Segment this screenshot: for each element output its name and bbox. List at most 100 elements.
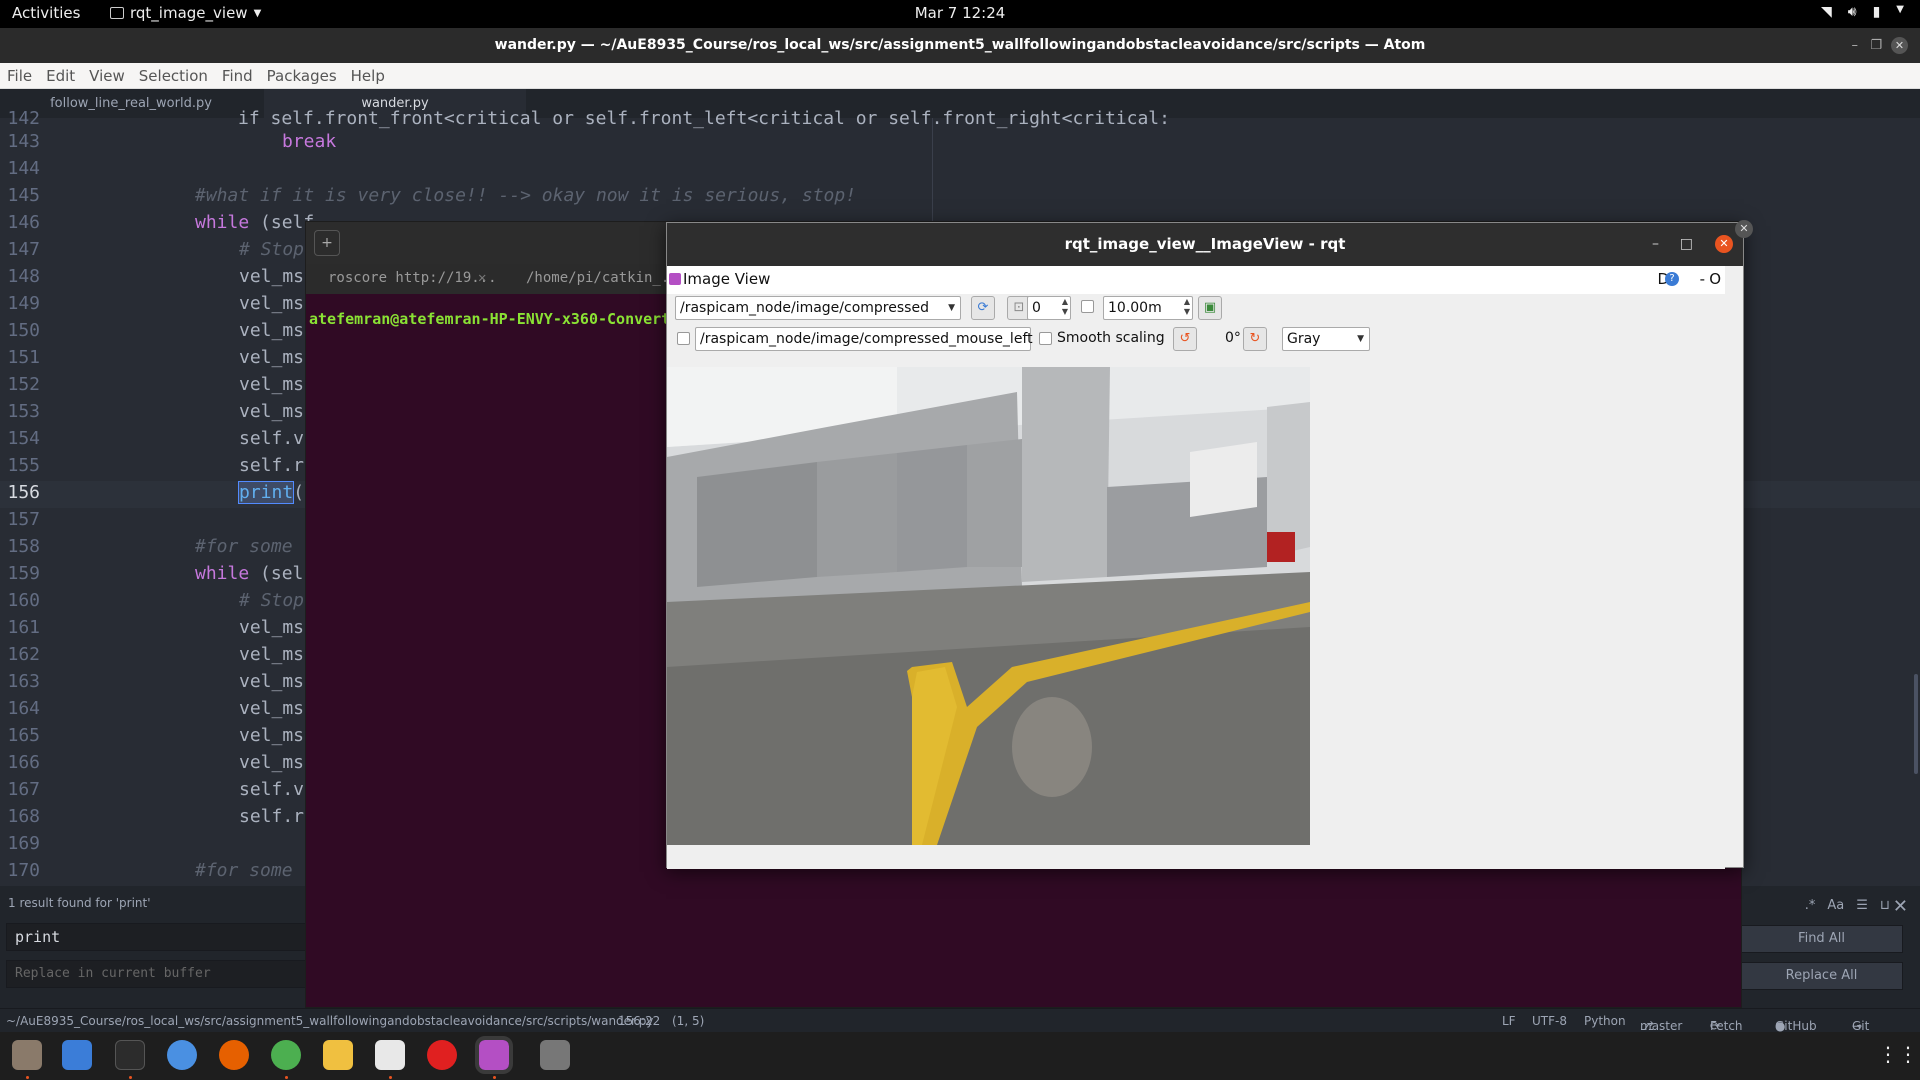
find-input[interactable]: print [6, 923, 306, 951]
spin-arrows-icon[interactable]: ▲ ▼ [1062, 297, 1068, 317]
code-line: while (self [195, 212, 314, 233]
line-number: 149 [7, 293, 40, 314]
find-all-button[interactable]: Find All [1740, 925, 1903, 953]
refresh-topics-button[interactable]: ⟳ [971, 296, 995, 320]
code-line: vel_msg [239, 617, 315, 638]
line-ending[interactable]: LF [1502, 1014, 1516, 1028]
code-text: ( [293, 482, 305, 503]
volume-icon[interactable]: 🔊︎ [1848, 4, 1857, 20]
line-number: 142 [7, 108, 40, 129]
smooth-scaling-checkbox[interactable] [1039, 332, 1052, 345]
battery-icon[interactable]: ▮ [1873, 4, 1881, 20]
topic-select[interactable]: /raspicam_node/image/compressed ▼ [675, 296, 961, 320]
encoding[interactable]: UTF-8 [1532, 1014, 1567, 1028]
chromium-icon[interactable] [167, 1040, 197, 1070]
code-line: self.ve [239, 428, 315, 449]
camera-image[interactable] [667, 367, 1310, 845]
zoom-spinbox[interactable]: 0 ▲ ▼ [1027, 296, 1071, 320]
scrollbar[interactable] [1914, 674, 1918, 774]
grammar[interactable]: Python [1584, 1014, 1626, 1028]
maximize-icon[interactable]: □ [1680, 223, 1693, 266]
system-tray[interactable]: ◥ 🔊︎ ▮ ▼ [1821, 4, 1904, 20]
code-comment: # Stop [239, 590, 305, 611]
minimize-icon[interactable]: – [1652, 223, 1659, 266]
dynamic-range-checkbox[interactable] [1081, 300, 1094, 313]
line-number: 146 [7, 212, 40, 233]
rotate-right-button[interactable]: ↻ [1243, 327, 1267, 351]
rqt-icon[interactable] [475, 1036, 513, 1074]
help-icon[interactable]: ? [1665, 272, 1679, 286]
terminal-icon[interactable] [115, 1040, 145, 1070]
browser-icon[interactable] [271, 1040, 301, 1070]
code-line: if self.front_front<critical or self.fro… [238, 108, 1170, 129]
menu-find[interactable]: Find [222, 67, 253, 85]
close-icon[interactable]: ✕ [1891, 37, 1908, 54]
calculator-icon[interactable] [323, 1040, 353, 1070]
power-menu-icon[interactable]: ▼ [1896, 4, 1904, 20]
terminal-tab-roscore[interactable]: roscore http://19... [328, 270, 497, 286]
image-view-icon [669, 273, 681, 285]
search-match[interactable]: print [237, 481, 295, 504]
save-image-button[interactable]: ▣ [1198, 296, 1222, 320]
running-indicator [26, 1076, 29, 1079]
menu-edit[interactable]: Edit [46, 67, 75, 85]
file-path[interactable]: ~/AuE8935_Course/ros_local_ws/src/assign… [6, 1014, 653, 1028]
rqt-image-view-window[interactable]: rqt_image_view__ImageView - rqt – □ ✕ ✕ … [666, 220, 1753, 869]
line-number: 153 [7, 401, 40, 422]
close-find-icon[interactable]: ✕ [1893, 896, 1908, 917]
new-tab-icon[interactable]: + [314, 230, 340, 256]
case-sensitive-icon[interactable]: Aa [1827, 898, 1844, 913]
files-icon[interactable] [12, 1040, 42, 1070]
line-number: 161 [7, 617, 40, 638]
menu-file[interactable]: File [7, 67, 32, 85]
line-number: 170 [7, 860, 40, 881]
code-line: self.ve [239, 779, 315, 800]
minimize-icon[interactable]: – [1852, 28, 1859, 63]
cursor-position[interactable]: 156:22 [618, 1014, 660, 1028]
warning-icon[interactable] [427, 1040, 457, 1070]
line-number: 166 [7, 752, 40, 773]
firefox-icon[interactable] [219, 1040, 249, 1070]
maximize-icon[interactable]: ❐ [1870, 28, 1882, 63]
wifi-icon[interactable]: ◥ [1821, 4, 1832, 20]
plugin-header: Image View D ? - O [667, 266, 1725, 294]
close-tab-icon[interactable]: ✕ [478, 270, 486, 286]
disk-icon[interactable] [540, 1040, 570, 1070]
menu-packages[interactable]: Packages [267, 67, 337, 85]
show-apps-icon[interactable]: ⋮⋮ [1878, 1042, 1918, 1066]
menu-view[interactable]: View [89, 67, 125, 85]
terminal-tab-catkin[interactable]: /home/pi/catkin_... [526, 270, 686, 286]
store-icon[interactable] [375, 1040, 405, 1070]
clock[interactable]: Mar 7 12:24 [0, 4, 1920, 22]
max-range-spinbox[interactable]: 10.00m ▲ ▼ [1103, 296, 1193, 320]
mouse-topic-input[interactable]: /raspicam_node/image/compressed_mouse_le… [695, 327, 1033, 351]
close-icon[interactable]: ✕ [1715, 235, 1733, 253]
outer-close-icon[interactable]: ✕ [1735, 220, 1753, 238]
line-number: 167 [7, 779, 40, 800]
menu-selection[interactable]: Selection [139, 67, 208, 85]
code-line: vel_msg [239, 644, 315, 665]
line-number: 143 [7, 131, 40, 152]
camera-frame-illustration [667, 367, 1310, 845]
line-number: 144 [7, 158, 40, 179]
menu-help[interactable]: Help [351, 67, 385, 85]
panel-minimize-button[interactable]: - [1700, 270, 1705, 288]
whole-word-icon[interactable]: ⊔ [1880, 898, 1890, 913]
line-number: 162 [7, 644, 40, 665]
text-editor-icon[interactable] [62, 1040, 92, 1070]
in-selection-icon[interactable]: ☰ [1856, 898, 1868, 913]
regex-icon[interactable]: .* [1805, 898, 1816, 913]
running-indicator [493, 1076, 496, 1079]
save-image-icon: ▣ [1203, 300, 1217, 315]
line-number: 155 [7, 455, 40, 476]
max-range-value: 10.00m [1108, 300, 1162, 316]
panel-close-button[interactable]: O [1709, 270, 1721, 288]
rotate-left-button[interactable]: ↺ [1173, 327, 1197, 351]
replace-input[interactable]: Replace in current buffer [6, 960, 306, 988]
color-scheme-select[interactable]: Gray ▼ [1282, 327, 1370, 351]
spin-arrows-icon[interactable]: ▲ ▼ [1184, 297, 1190, 317]
replace-all-button[interactable]: Replace All [1740, 962, 1903, 990]
publish-click-checkbox[interactable] [677, 332, 690, 345]
line-number: 160 [7, 590, 40, 611]
zoom-icon: ⊡ [1013, 300, 1025, 315]
